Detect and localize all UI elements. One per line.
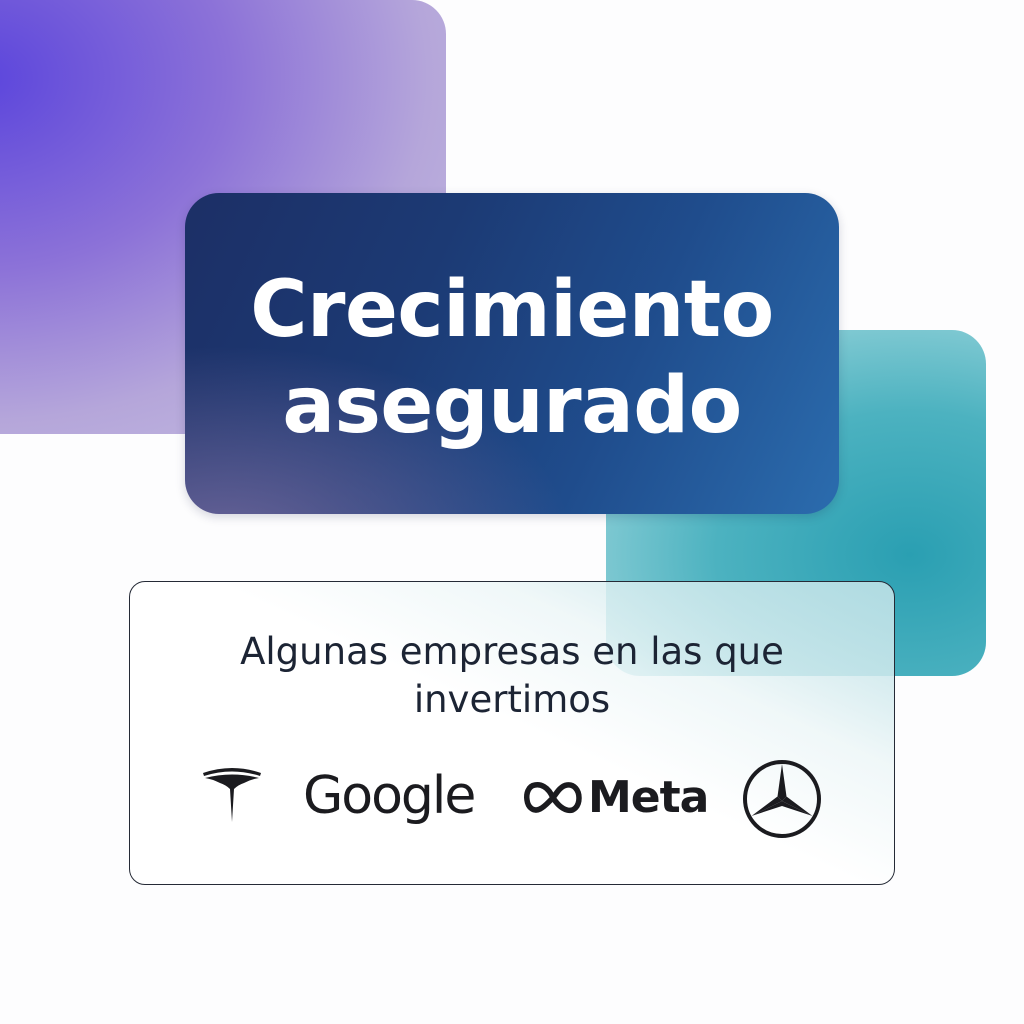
- google-logo: Google: [303, 766, 476, 826]
- companies-heading-line-1: Algunas empresas en las que: [240, 630, 784, 673]
- hero-title-line-2: asegurado: [282, 361, 742, 451]
- hero-title: Crecimiento asegurado: [0, 262, 1024, 454]
- meta-logo: Meta: [522, 770, 709, 826]
- mercedes-star-icon: [741, 758, 823, 840]
- companies-heading-line-2: invertimos: [413, 678, 611, 721]
- meta-infinity-icon: [524, 782, 582, 814]
- meta-wordmark: Meta: [588, 772, 709, 823]
- tesla-logo-icon: [200, 764, 264, 824]
- companies-heading: Algunas empresas en las que invertimos: [0, 628, 1024, 724]
- hero-title-line-1: Crecimiento: [250, 265, 774, 355]
